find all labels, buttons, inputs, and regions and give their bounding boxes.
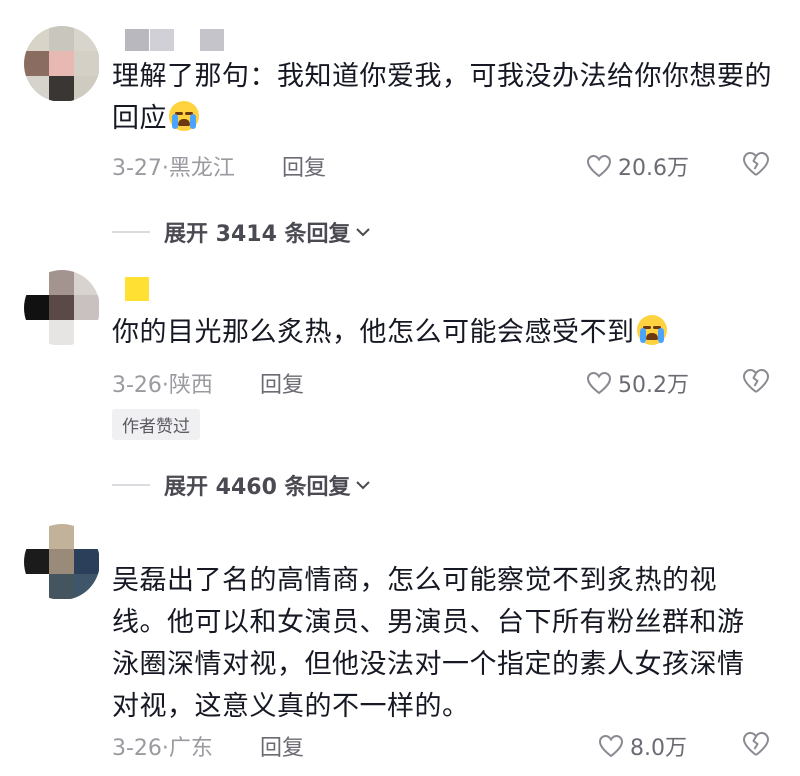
heart-outline-icon	[598, 734, 624, 758]
comment-date-location: 3-27·黑龙江	[112, 156, 235, 181]
divider	[112, 484, 150, 486]
comment-text: 你的目光那么炙热，他怎么可能会感受不到	[112, 312, 772, 354]
username-censored[interactable]	[125, 29, 149, 51]
reply-button[interactable]: 回复	[260, 730, 304, 762]
crying-face-emoji	[169, 101, 199, 131]
username-censored[interactable]	[125, 277, 149, 301]
broken-heart-icon[interactable]	[742, 731, 770, 757]
reply-button[interactable]: 回复	[260, 367, 304, 399]
chevron-down-icon	[355, 481, 370, 490]
reply-button[interactable]: 回复	[282, 150, 326, 182]
like-button[interactable]: 8.0万	[598, 730, 687, 762]
broken-heart-icon[interactable]	[742, 151, 770, 177]
heart-outline-icon	[586, 371, 612, 395]
username-censored	[200, 29, 224, 51]
comment-text: 吴磊出了名的高情商，怎么可能察觉不到炙热的视线。他可以和女演员、男演员、台下所有…	[112, 565, 745, 722]
like-button[interactable]: 50.2万	[586, 367, 689, 399]
expand-replies[interactable]: 展开 3414 条回复	[112, 216, 371, 248]
comment-text: 理解了那句：我知道你爱我，可我没办法给你你想要的回应	[112, 61, 772, 134]
avatar[interactable]	[24, 26, 100, 102]
avatar[interactable]	[24, 270, 100, 346]
author-liked-badge: 作者赞过	[112, 409, 200, 440]
broken-heart-icon[interactable]	[742, 368, 770, 394]
like-button[interactable]: 20.6万	[586, 150, 689, 182]
like-count: 50.2万	[618, 373, 689, 398]
expand-replies-label: 展开 3414 条回复	[164, 222, 351, 247]
like-count: 8.0万	[630, 736, 687, 761]
like-count: 20.6万	[618, 156, 689, 181]
expand-replies-label: 展开 4460 条回复	[164, 475, 351, 500]
heart-outline-icon	[586, 154, 612, 178]
avatar[interactable]	[24, 524, 100, 600]
comment-date-location: 3-26·广东	[112, 736, 213, 761]
username-censored	[150, 29, 174, 51]
comment-date-location: 3-26·陕西	[112, 373, 213, 398]
expand-replies[interactable]: 展开 4460 条回复	[112, 469, 371, 501]
divider	[112, 231, 150, 233]
crying-face-emoji	[636, 315, 667, 345]
chevron-down-icon	[355, 228, 370, 237]
